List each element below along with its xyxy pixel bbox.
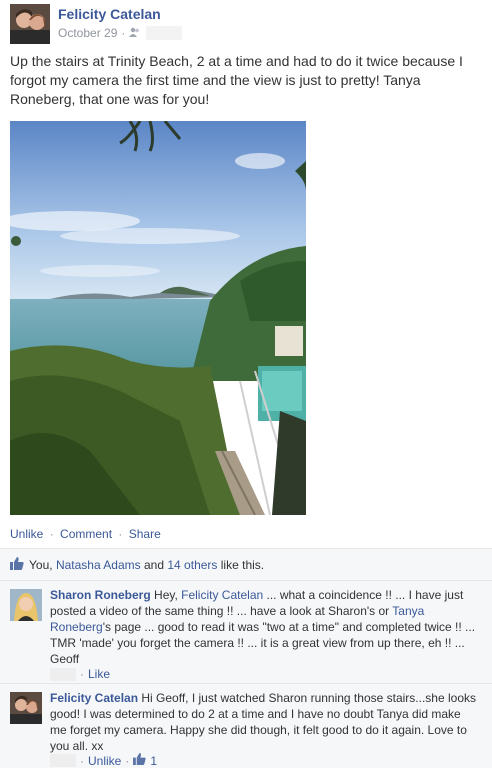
post-header: Felicity Catelan October 29 ·	[10, 4, 480, 44]
blurred-timestamp	[50, 667, 76, 681]
comment-unlike-button[interactable]: Unlike	[88, 754, 121, 768]
comment-body: Sharon Roneberg Hey, Felicity Catelan ..…	[50, 587, 480, 667]
post-photo[interactable]	[10, 121, 306, 515]
separator-dot: ·	[125, 753, 130, 768]
friends-icon[interactable]	[129, 26, 140, 40]
comment-item: Felicity Catelan Hi Geoff, I just watche…	[0, 683, 492, 768]
author-name[interactable]: Felicity Catelan	[58, 6, 161, 22]
unlike-button[interactable]: Unlike	[10, 527, 43, 541]
blurred-area	[146, 26, 183, 40]
comment-item: Sharon Roneberg Hey, Felicity Catelan ..…	[0, 580, 492, 683]
likes-and: and	[144, 557, 165, 572]
liker-link[interactable]: Natasha Adams	[56, 558, 141, 572]
comment-like-button[interactable]: Like	[88, 667, 110, 681]
comment-author[interactable]: Felicity Catelan	[50, 691, 138, 705]
separator-dot: ·	[80, 753, 84, 768]
comment-text: Hey,	[150, 588, 182, 602]
comment-body: Felicity Catelan Hi Geoff, I just watche…	[50, 690, 480, 754]
post-meta: October 29 ·	[58, 26, 183, 40]
commenter-avatar[interactable]	[10, 692, 42, 724]
share-button[interactable]: Share	[129, 527, 161, 541]
author-avatar[interactable]	[10, 4, 50, 44]
likes-suffix: like this.	[220, 557, 265, 572]
comment-text: 's page ... good to read it was "two at …	[50, 620, 476, 666]
thumbs-up-icon	[10, 556, 24, 573]
comment-author[interactable]: Sharon Roneberg	[50, 588, 151, 602]
separator-dot: ·	[118, 527, 123, 541]
separator-dot: ·	[80, 667, 84, 681]
separator-dot: ·	[49, 527, 54, 541]
comment-like-count[interactable]: 1	[150, 754, 157, 768]
commenter-avatar[interactable]	[10, 589, 42, 621]
thumbs-up-icon[interactable]	[133, 753, 147, 768]
post-date[interactable]: October 29	[58, 26, 117, 40]
comment-footer: · Like	[50, 667, 110, 681]
separator-dot: ·	[121, 26, 126, 40]
post-text: Up the stairs at Trinity Beach, 2 at a t…	[10, 53, 463, 107]
mention-link[interactable]: Felicity Catelan	[181, 588, 263, 602]
comment-button[interactable]: Comment	[60, 527, 112, 541]
blurred-timestamp	[50, 754, 76, 767]
likes-summary: You, Natasha Adams and 14 others like th…	[0, 548, 492, 580]
comment-footer: · Unlike · 1	[50, 753, 157, 768]
others-link[interactable]: 14 others	[167, 558, 217, 572]
likes-you: You,	[29, 557, 53, 572]
post-actions: Unlike · Comment · Share	[10, 527, 161, 541]
